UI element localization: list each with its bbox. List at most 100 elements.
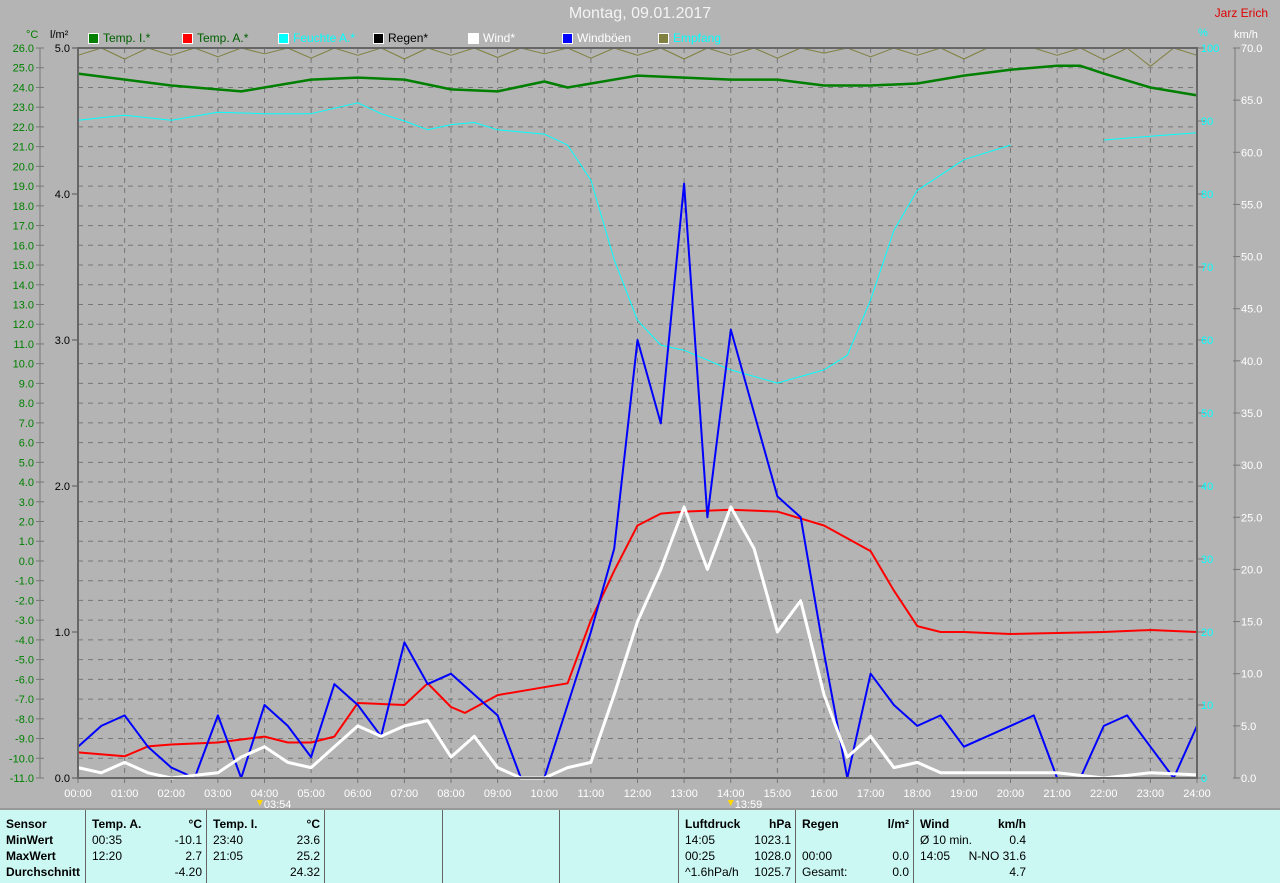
empty-column <box>442 810 559 883</box>
temp-tick-label: -2.0 <box>15 595 34 607</box>
pressure-trend: ^1.6hPa/h <box>685 865 739 879</box>
legend-label: Empfang <box>673 31 722 45</box>
temp-tick-label: -11.0 <box>10 773 34 785</box>
temp-tick-label: -9.0 <box>15 734 34 746</box>
rain-column: Regen l/m² 00:00 0.0 Gesamt: 0.0 <box>795 810 913 883</box>
rain-tick-label: 3.0 <box>55 335 70 347</box>
temp-tick-label: 24.0 <box>13 82 34 94</box>
temp-i-unit: °C <box>306 817 320 831</box>
wind-tick-label: 0.0 <box>1241 773 1256 785</box>
temp-a-unit: °C <box>188 817 202 831</box>
temp-tick-label: 10.0 <box>13 359 34 371</box>
temp-i-max-time: 21:05 <box>213 849 244 863</box>
stats-panel: Sensor MinWert MaxWert Durchschnitt Temp… <box>0 808 1280 883</box>
temp-tick-label: -4.0 <box>15 635 34 647</box>
pressure-min-time: 14:05 <box>685 833 716 847</box>
legend-swatch <box>373 32 384 44</box>
temp-a-max-value: 2.7 <box>185 849 202 863</box>
marker-time: 13:59 <box>735 799 763 808</box>
rain-header: Regen <box>802 817 839 831</box>
rain-tick-label: 1.0 <box>55 627 70 639</box>
chart-title: Montag, 09.01.2017 <box>568 5 712 22</box>
humidity-tick-label: 30 <box>1201 554 1213 566</box>
temp-tick-label: 3.0 <box>19 497 34 509</box>
temp-tick-label: 0.0 <box>19 556 34 568</box>
temp-tick-label: 26.0 <box>13 43 34 55</box>
wind-tick-label: 20.0 <box>1241 564 1262 576</box>
wind-tick-label: 30.0 <box>1241 460 1262 472</box>
temp-tick-label: 9.0 <box>19 378 34 390</box>
x-tick-label: 06:00 <box>344 788 372 800</box>
humidity-tick-label: 20 <box>1201 627 1213 639</box>
x-tick-label: 19:00 <box>950 788 978 800</box>
temp-a-header: Temp. A. <box>92 817 142 831</box>
temp-tick-label: -3.0 <box>15 615 34 627</box>
temp-tick-label: -10.0 <box>9 753 34 765</box>
legend-label: Windböen <box>577 31 632 45</box>
x-tick-label: 01:00 <box>111 788 139 800</box>
sensor-column: Sensor MinWert MaxWert Durchschnitt <box>0 810 85 883</box>
temp-tick-label: -5.0 <box>15 655 34 667</box>
rain-total-label: Gesamt: <box>802 865 848 879</box>
sunrise-icon <box>256 800 263 806</box>
temp-a-max-time: 12:20 <box>92 849 123 863</box>
x-tick-label: 02:00 <box>157 788 185 800</box>
wind-tick-label: 45.0 <box>1241 304 1262 316</box>
legend-swatch <box>658 32 669 44</box>
legend-label: Temp. I.* <box>103 31 151 45</box>
temp-i-avg-value: 24.32 <box>289 865 320 879</box>
temp-i-min-value: 23.6 <box>296 833 320 847</box>
rain-max-time: 00:00 <box>802 849 833 863</box>
rain-total-value: 0.0 <box>892 865 909 879</box>
sun-peak-icon <box>727 800 734 806</box>
temp-tick-label: 11.0 <box>13 339 34 351</box>
wind-avg10-label: Ø 10 min. <box>920 833 973 847</box>
wind-avg-value: 4.7 <box>1009 865 1026 879</box>
wind-tick-label: 5.0 <box>1241 721 1256 733</box>
wind-tick-label: 60.0 <box>1241 147 1262 159</box>
weather-chart: -11.0 -10.0 -9.0 -8.0 -7.0 -6.0 -5.0 -4.0 -3.0 -2… <box>9 27 1263 808</box>
temp-tick-label: 18.0 <box>13 201 34 213</box>
temp-tick-label: -8.0 <box>15 714 34 726</box>
temp-tick-label: 1.0 <box>19 536 34 548</box>
pressure-max-time: 00:25 <box>685 849 716 863</box>
temp-tick-label: 20.0 <box>13 161 34 173</box>
temp-i-min-time: 23:40 <box>213 833 244 847</box>
temp-tick-label: 2.0 <box>19 517 34 529</box>
temp-i-header: Temp. I. <box>213 817 258 831</box>
x-tick-label: 21:00 <box>1043 788 1071 800</box>
pressure-max-value: 1028.0 <box>754 849 791 863</box>
legend-label: Temp. A.* <box>197 31 249 45</box>
temp-tick-label: -6.0 <box>15 674 34 686</box>
rain-tick-label: 0.0 <box>55 773 70 785</box>
legend-swatch <box>468 32 479 44</box>
x-tick-label: 00:00 <box>64 788 92 800</box>
wind-tick-label: 55.0 <box>1241 199 1262 211</box>
wind-tick-label: 10.0 <box>1241 669 1262 681</box>
legend-swatch <box>278 32 289 44</box>
temp-tick-label: 5.0 <box>19 457 34 469</box>
row-label-avg: Durchschnitt <box>6 865 81 879</box>
x-tick-label: 23:00 <box>1137 788 1165 800</box>
x-tick-label: 09:00 <box>484 788 512 800</box>
x-tick-label: 10:00 <box>530 788 558 800</box>
temp-tick-label: 25.0 <box>13 63 34 75</box>
wind-max-value: N-NO 31.6 <box>968 849 1026 863</box>
pressure-header: Luftdruck <box>685 817 741 831</box>
rain-tick-label: 4.0 <box>55 189 70 201</box>
temp-tick-label: 12.0 <box>13 319 34 331</box>
humidity-tick-label: 40 <box>1201 481 1213 493</box>
x-tick-label: 15:00 <box>764 788 792 800</box>
wind-tick-label: 25.0 <box>1241 512 1262 524</box>
legend-item: Wind* <box>468 30 515 46</box>
temp-tick-label: 4.0 <box>19 477 34 489</box>
wind-tick-label: 50.0 <box>1241 252 1262 264</box>
wind-avg10-value: 0.4 <box>1009 833 1026 847</box>
temp-tick-label: 8.0 <box>19 398 34 410</box>
legend-swatch <box>88 32 99 44</box>
x-tick-label: 13:00 <box>670 788 698 800</box>
temp-tick-label: -1.0 <box>15 576 34 588</box>
temp-a-column: Temp. A. °C 00:35 -10.1 12:20 2.7 -4.20 <box>85 810 206 883</box>
wind-tick-label: 35.0 <box>1241 408 1262 420</box>
wind-tick-label: 40.0 <box>1241 356 1262 368</box>
